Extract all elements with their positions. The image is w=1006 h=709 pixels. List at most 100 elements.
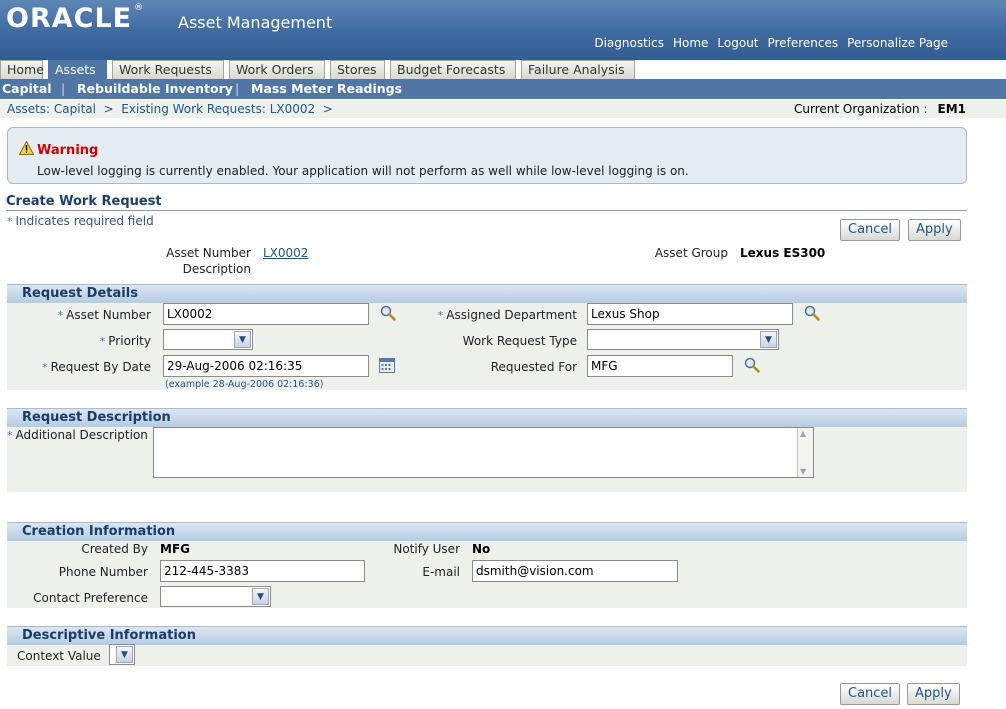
required-note-text: Indicates required field [15, 214, 154, 228]
tab-failure-analysis[interactable]: Failure Analysis [521, 60, 635, 79]
chevron-down-icon[interactable]: ▼ [234, 331, 251, 348]
work-request-type-select[interactable]: ▼ [587, 329, 779, 350]
warning-box: Warning Low-level logging is currently e… [7, 127, 967, 184]
requested-for-label: Requested For [490, 360, 577, 374]
required-star: * [57, 309, 64, 322]
request-by-date-label-text: Request By Date [50, 360, 151, 374]
subtab-separator: | [235, 81, 240, 96]
global-nav: Diagnostics Home Logout Preferences Pers… [594, 36, 948, 50]
oracle-logo: ORACLE ® [6, 3, 144, 34]
phone-number-label: Phone Number [58, 565, 148, 579]
diagnostics-link[interactable]: Diagnostics [594, 36, 664, 50]
description-label: Description [182, 262, 251, 276]
personalize-page-link[interactable]: Personalize Page [847, 36, 948, 50]
logo-text: ORACLE [6, 3, 133, 34]
logo-mark: ® [134, 3, 145, 13]
date-format-hint: (example 28-Aug-2006 02:16:36) [165, 379, 324, 390]
required-star: * [42, 361, 48, 374]
chevron-down-icon[interactable]: ▼ [116, 646, 133, 663]
priority-select[interactable]: ▼ [163, 329, 253, 350]
tab-work-requests[interactable]: Work Requests [112, 60, 224, 79]
asset-number-label-text: Asset Number [66, 308, 151, 322]
subtab-mass-meter-readings[interactable]: Mass Meter Readings [251, 81, 402, 96]
request-by-date-label: * Request By Date [20, 360, 151, 374]
tab-budget-forecasts[interactable]: Budget Forecasts [390, 60, 516, 79]
page-title: Create Work Request [6, 194, 162, 209]
tab-bar: Home Assets Work Requests Work Orders St… [0, 60, 1006, 79]
asset-number-search-icon[interactable] [380, 305, 396, 321]
chevron-down-icon[interactable]: ▼ [760, 331, 777, 348]
required-star: * [7, 215, 13, 228]
required-star: * [7, 429, 13, 442]
required-note: * Indicates required field [7, 214, 154, 228]
asset-number-header-label: Asset Number [166, 246, 251, 260]
asset-number-link[interactable]: LX0002 [263, 246, 308, 260]
apply-button-bottom[interactable]: Apply [907, 683, 960, 705]
tab-work-orders[interactable]: Work Orders [229, 60, 325, 79]
chevron-down-icon[interactable]: ▼ [252, 588, 269, 605]
requested-for-search-icon[interactable] [744, 357, 760, 373]
priority-label: * Priority [20, 334, 151, 348]
tab-home[interactable]: Home [0, 60, 44, 79]
created-by-value: MFG [160, 542, 190, 556]
request-details-header: Request Details [7, 284, 967, 303]
warning-title: Warning [37, 143, 99, 158]
descriptive-information-body [7, 645, 967, 666]
preferences-link[interactable]: Preferences [768, 36, 839, 50]
additional-description-textarea[interactable] [153, 427, 814, 478]
created-by-label: Created By [81, 542, 148, 556]
assigned-department-input[interactable] [587, 303, 793, 325]
logout-link[interactable]: Logout [717, 36, 758, 50]
asset-group-value: Lexus ES300 [740, 246, 826, 260]
subtab-rebuildable-inventory[interactable]: Rebuildable Inventory [77, 81, 233, 96]
app-title: Asset Management [178, 13, 333, 32]
home-link[interactable]: Home [673, 36, 708, 50]
notify-user-label: Notify User [393, 542, 460, 556]
required-star: * [437, 309, 444, 322]
current-org-value: EM1 [937, 102, 967, 116]
notify-user-value: No [472, 542, 491, 556]
apply-button[interactable]: Apply [908, 219, 961, 241]
phone-number-input[interactable] [160, 560, 365, 582]
cancel-button[interactable]: Cancel [840, 219, 901, 241]
scroll-down-icon[interactable]: ▼ [800, 467, 806, 476]
current-org-label: Current Organization : [794, 102, 928, 116]
request-by-date-input[interactable] [163, 355, 369, 377]
app-header: ORACLE ® Asset Management Diagnostics Hom… [0, 0, 1006, 60]
asset-group-label: Asset Group [654, 246, 728, 260]
current-organization: Current Organization : EM1 [794, 102, 966, 116]
cancel-button-bottom[interactable]: Cancel [840, 683, 901, 705]
calendar-icon[interactable] [379, 358, 395, 373]
context-value-select[interactable]: ▼ [109, 644, 135, 665]
assigned-department-label: * Assigned Department [420, 308, 577, 322]
additional-description-label-text: Additional Description [15, 428, 148, 442]
email-label: E-mail [422, 565, 460, 579]
priority-label-text: Priority [108, 334, 151, 348]
assigned-department-search-icon[interactable] [804, 305, 820, 321]
tab-assets[interactable]: Assets [48, 60, 107, 79]
title-divider [6, 210, 967, 211]
subtab-separator: | [61, 81, 66, 96]
additional-description-label: * Additional Description [7, 428, 148, 442]
breadcrumb[interactable]: Assets: Capital > Existing Work Requests… [7, 102, 333, 116]
required-star: * [99, 335, 106, 348]
asset-number-input[interactable] [163, 303, 369, 325]
requested-for-input[interactable] [587, 355, 733, 377]
request-description-header: Request Description [7, 408, 967, 427]
asset-number-label: * Asset Number [20, 308, 151, 322]
warning-message: Low-level logging is currently enabled. … [37, 164, 689, 178]
context-value-label: Context Value [17, 649, 101, 663]
scroll-up-icon[interactable]: ▲ [800, 429, 806, 438]
creation-information-header: Creation Information [7, 522, 967, 541]
assigned-department-label-text: Assigned Department [446, 308, 577, 322]
contact-preference-select[interactable]: ▼ [160, 586, 271, 607]
tab-stores[interactable]: Stores [330, 60, 385, 79]
warning-icon [19, 141, 34, 155]
work-request-type-label: Work Request Type [462, 334, 577, 348]
email-input[interactable] [472, 560, 678, 582]
subtab-bar: Capital | Rebuildable Inventory | Mass M… [0, 79, 1006, 99]
textarea-scrollbar[interactable]: ▲ ▼ [797, 428, 813, 477]
descriptive-information-header: Descriptive Information [7, 626, 967, 645]
subtab-capital[interactable]: Capital [2, 81, 52, 96]
contact-preference-label: Contact Preference [33, 591, 148, 605]
